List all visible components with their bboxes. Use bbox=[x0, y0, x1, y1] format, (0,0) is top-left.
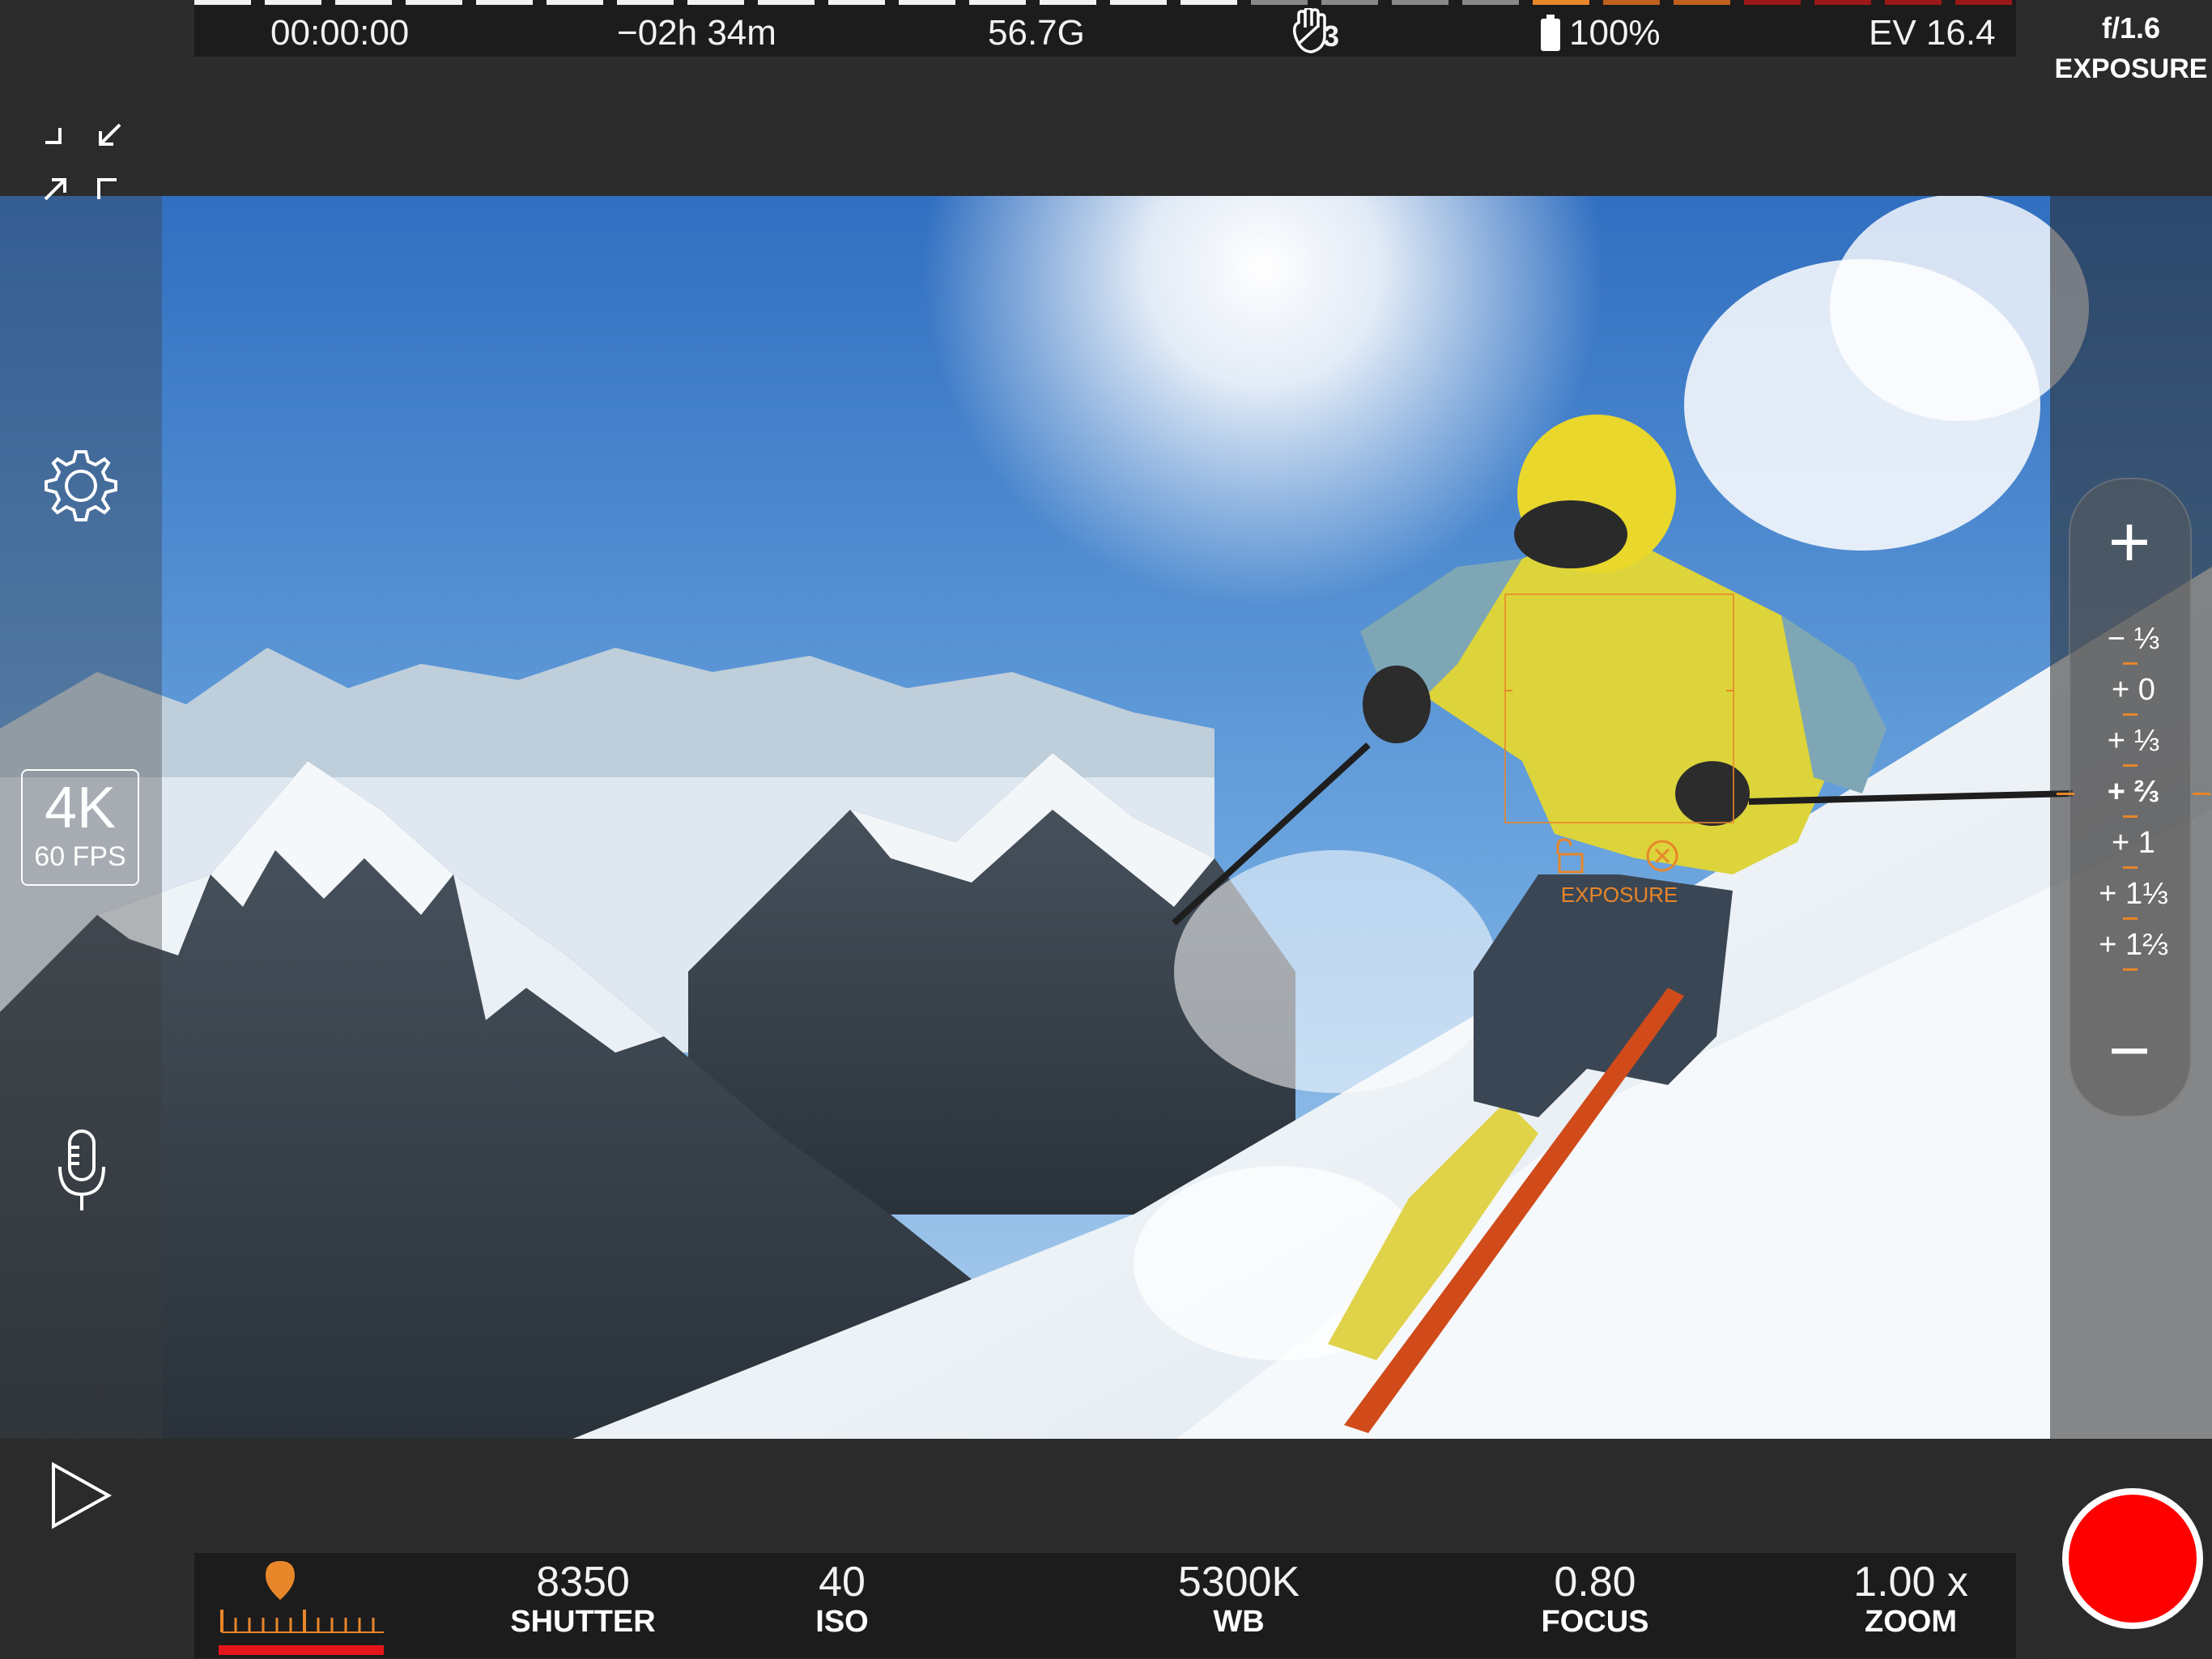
iso-value: 40 bbox=[819, 1559, 866, 1606]
camera-viewfinder[interactable] bbox=[0, 0, 2212, 1658]
ev-step[interactable]: + 1⅓ bbox=[2073, 877, 2194, 912]
iso-control[interactable]: 40 ISO bbox=[777, 1559, 907, 1639]
ev-tick bbox=[2123, 917, 2138, 920]
ev-step[interactable]: + ⅔ bbox=[2073, 775, 2194, 810]
level-meter-segment bbox=[1674, 0, 1730, 5]
iso-label: ISO bbox=[815, 1605, 869, 1639]
ev-tick bbox=[2123, 815, 2138, 818]
resolution-fps-button[interactable]: 4K 60 FPS bbox=[21, 769, 139, 886]
level-meter-segment bbox=[1110, 0, 1167, 5]
microphone-icon[interactable] bbox=[57, 1129, 107, 1214]
level-meter-segment bbox=[899, 0, 955, 5]
level-meter-segment bbox=[1814, 0, 1871, 5]
level-meter-segment bbox=[1955, 0, 2012, 5]
record-button[interactable] bbox=[2069, 1495, 2197, 1623]
level-meter-segment bbox=[617, 0, 674, 5]
level-meter-segment bbox=[1744, 0, 1801, 5]
close-circle-icon[interactable] bbox=[1645, 839, 1679, 873]
ev-step[interactable]: + 0 bbox=[2073, 673, 2194, 708]
resolution-size: 4K bbox=[44, 776, 117, 840]
level-meter-segment bbox=[1040, 0, 1096, 5]
level-meter-segment bbox=[1885, 0, 1942, 5]
level-meter-segment bbox=[1462, 0, 1519, 5]
status-strip: 00:00:00 −02h 34m 56.7G 3 100% EV 16.4 bbox=[194, 0, 2016, 57]
ev-plus-button[interactable]: + bbox=[2073, 502, 2186, 583]
ev-indicator-right bbox=[2193, 793, 2210, 795]
ev-readout: EV 16.4 bbox=[1869, 13, 1996, 53]
ev-step[interactable]: + 1⅔ bbox=[2073, 928, 2194, 963]
stabilization-level: 3 bbox=[1323, 19, 1340, 53]
shutter-control[interactable]: 8350 SHUTTER bbox=[486, 1559, 680, 1639]
level-meter-segment bbox=[1251, 0, 1308, 5]
level-meter-segment bbox=[547, 0, 603, 5]
ev-indicator-left bbox=[2057, 793, 2074, 795]
remaining-time: −02h 34m bbox=[617, 13, 776, 53]
frame-rate: 60 FPS bbox=[34, 841, 126, 872]
level-meter-segment bbox=[476, 0, 533, 5]
level-meter-segment bbox=[194, 0, 251, 5]
zoom-value: 1.00 x bbox=[1853, 1559, 1968, 1606]
ev-step[interactable]: − ⅓ bbox=[2073, 622, 2194, 657]
level-meter-segment bbox=[1180, 0, 1237, 5]
ev-tick bbox=[2123, 713, 2138, 716]
audio-meter-icon[interactable] bbox=[206, 1559, 398, 1655]
ev-minus-button[interactable]: − bbox=[2073, 1010, 2186, 1091]
battery-icon bbox=[1540, 15, 1561, 52]
level-meter-segment bbox=[758, 0, 815, 5]
level-meter-segment bbox=[335, 0, 392, 5]
ev-tick bbox=[2123, 662, 2138, 665]
aperture-mode-button[interactable]: f/1.6 EXPOSURE bbox=[2050, 11, 2212, 85]
level-meter-segment bbox=[1603, 0, 1660, 5]
ev-step[interactable]: + 1 bbox=[2073, 826, 2194, 861]
play-icon[interactable] bbox=[49, 1461, 113, 1529]
ev-step[interactable]: + ⅓ bbox=[2073, 724, 2194, 759]
unlock-icon[interactable] bbox=[1555, 838, 1587, 874]
aperture-value: f/1.6 bbox=[2101, 11, 2161, 45]
focus-label: FOCUS bbox=[1541, 1605, 1649, 1639]
aperture-mode: EXPOSURE bbox=[2054, 53, 2208, 84]
wb-label: WB bbox=[1213, 1605, 1265, 1639]
level-meter-segment bbox=[687, 0, 744, 5]
timecode: 00:00:00 bbox=[270, 13, 410, 53]
ev-tick bbox=[2123, 764, 2138, 767]
shutter-value: 8350 bbox=[536, 1559, 630, 1606]
level-meter-segment bbox=[1392, 0, 1448, 5]
focus-value: 0.80 bbox=[1554, 1559, 1636, 1606]
level-meter-segment bbox=[265, 0, 321, 5]
collapse-arrows-icon[interactable] bbox=[42, 121, 123, 202]
battery-level: 100% bbox=[1569, 13, 1661, 53]
zoom-label: ZOOM bbox=[1865, 1605, 1957, 1639]
gear-icon[interactable] bbox=[42, 447, 120, 525]
level-meter-segment bbox=[1533, 0, 1589, 5]
wb-control[interactable]: 5300K WB bbox=[1142, 1559, 1336, 1639]
level-meter-segment bbox=[406, 0, 462, 5]
level-meter-segment bbox=[828, 0, 885, 5]
zoom-control[interactable]: 1.00 x ZOOM bbox=[1814, 1559, 2008, 1639]
level-meter-segment bbox=[969, 0, 1026, 5]
wb-value: 5300K bbox=[1177, 1559, 1300, 1606]
reticle-label: EXPOSURE bbox=[1560, 883, 1678, 907]
level-meter-segment bbox=[1321, 0, 1378, 5]
shutter-label: SHUTTER bbox=[510, 1605, 656, 1639]
manual-controls-strip: 8350 SHUTTER 40 ISO 5300K WB 0.80 FOCUS … bbox=[194, 1553, 2016, 1658]
exposure-reticle[interactable] bbox=[1504, 593, 1734, 823]
storage-free: 56.7G bbox=[988, 13, 1085, 53]
ev-tick bbox=[2123, 866, 2138, 869]
ev-tick bbox=[2123, 968, 2138, 971]
focus-control[interactable]: 0.80 FOCUS bbox=[1498, 1559, 1692, 1639]
